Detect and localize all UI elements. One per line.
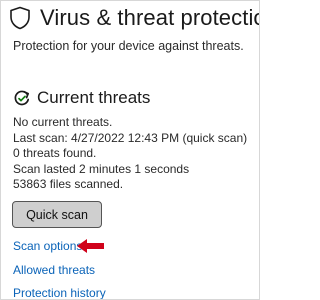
current-threats-title: Current threats	[37, 88, 151, 107]
windows-security-panel: Virus & threat protection Protection for…	[0, 0, 260, 300]
page-subtitle: Protection for your device against threa…	[13, 39, 244, 53]
status-line: 53863 files scanned.	[13, 177, 124, 192]
status-line: No current threats.	[13, 115, 113, 129]
scan-options-link[interactable]: Scan options	[13, 239, 82, 253]
page-title: Virus & threat protection	[40, 5, 260, 30]
status-line: Last scan: 4/27/2022 12:43 PM (quick sca…	[13, 130, 248, 145]
allowed-threats-link[interactable]: Allowed threats	[13, 263, 95, 277]
protection-history-link[interactable]: Protection history	[13, 286, 106, 299]
arrow-left-icon	[77, 239, 104, 253]
page-header: Virus & threat protection	[9, 5, 260, 31]
status-line: Scan lasted 2 minutes 1 seconds	[13, 161, 190, 176]
quick-scan-button[interactable]: Quick scan	[12, 201, 102, 228]
status-line: 0 threats found.	[13, 146, 97, 161]
current-threats-header: Current threats	[13, 88, 150, 108]
shield-icon	[10, 6, 30, 30]
refresh-icon	[14, 90, 30, 106]
scan-status: No current threats. Last scan: 4/27/2022…	[13, 115, 247, 193]
